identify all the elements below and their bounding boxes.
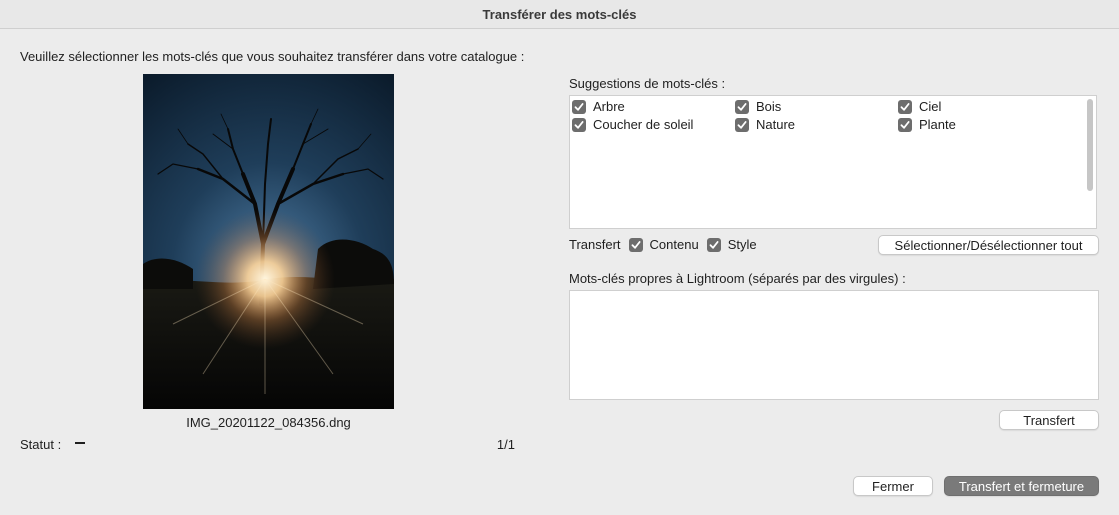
keyword-label: Plante xyxy=(919,117,956,132)
keyword-item-ciel[interactable]: Ciel xyxy=(898,99,941,114)
status-indicator xyxy=(75,442,85,444)
keyword-label: Bois xyxy=(756,99,782,114)
photo-image xyxy=(143,108,394,409)
lightroom-keywords-label: Mots-clés propres à Lightroom (séparés p… xyxy=(569,271,906,286)
checkbox-checked-icon[interactable] xyxy=(572,117,586,132)
transfer-and-close-button[interactable]: Transfert et fermeture xyxy=(944,476,1099,496)
keyword-label: Arbre xyxy=(593,99,625,114)
select-all-button[interactable]: Sélectionner/Désélectionner tout xyxy=(878,235,1099,255)
photo-preview xyxy=(143,74,394,409)
checkbox-checked-icon[interactable] xyxy=(572,99,586,114)
lightroom-keywords-field[interactable] xyxy=(569,290,1099,400)
keyword-item-coucher-de-soleil[interactable]: Coucher de soleil xyxy=(572,117,693,132)
checkbox-checked-icon[interactable] xyxy=(898,117,912,132)
title-bar: Transférer des mots-clés xyxy=(0,0,1119,29)
checkbox-checked-icon[interactable] xyxy=(898,99,912,114)
checkbox-checked-icon[interactable] xyxy=(735,117,749,132)
checkbox-checked-icon[interactable] xyxy=(706,237,721,252)
keyword-item-arbre[interactable]: Arbre xyxy=(572,99,625,114)
keyword-label: Nature xyxy=(756,117,796,132)
image-filename: IMG_20201122_084356.dng xyxy=(186,415,351,430)
instruction-text: Veuillez sélectionner les mots-clés que … xyxy=(20,49,525,64)
keyword-suggestions-list[interactable]: Arbre Bois Ciel Coucher de soleil Nature… xyxy=(569,95,1097,229)
checkbox-checked-icon[interactable] xyxy=(628,237,643,252)
content-option-label: Contenu xyxy=(649,237,699,252)
keyword-item-plante[interactable]: Plante xyxy=(898,117,956,132)
transfer-options-label: Transfert xyxy=(569,237,621,252)
keyword-label: Ciel xyxy=(919,99,942,114)
status-label: Statut : xyxy=(20,437,62,452)
keyword-item-nature[interactable]: Nature xyxy=(735,117,795,132)
image-counter: 1/1 xyxy=(496,437,515,452)
close-button[interactable]: Fermer xyxy=(853,476,933,496)
checkbox-checked-icon[interactable] xyxy=(735,99,749,114)
window-title: Transférer des mots-clés xyxy=(482,6,637,22)
transfer-options: Transfert Contenu Style xyxy=(569,237,757,252)
content-option[interactable]: Contenu xyxy=(628,237,699,252)
style-option-label: Style xyxy=(727,237,757,252)
transfer-button[interactable]: Transfert xyxy=(999,410,1099,430)
style-option[interactable]: Style xyxy=(706,237,757,252)
keyword-item-bois[interactable]: Bois xyxy=(735,99,781,114)
suggestions-label: Suggestions de mots-clés : xyxy=(569,76,726,91)
keyword-label: Coucher de soleil xyxy=(593,117,694,132)
list-scrollbar[interactable] xyxy=(1087,99,1093,191)
